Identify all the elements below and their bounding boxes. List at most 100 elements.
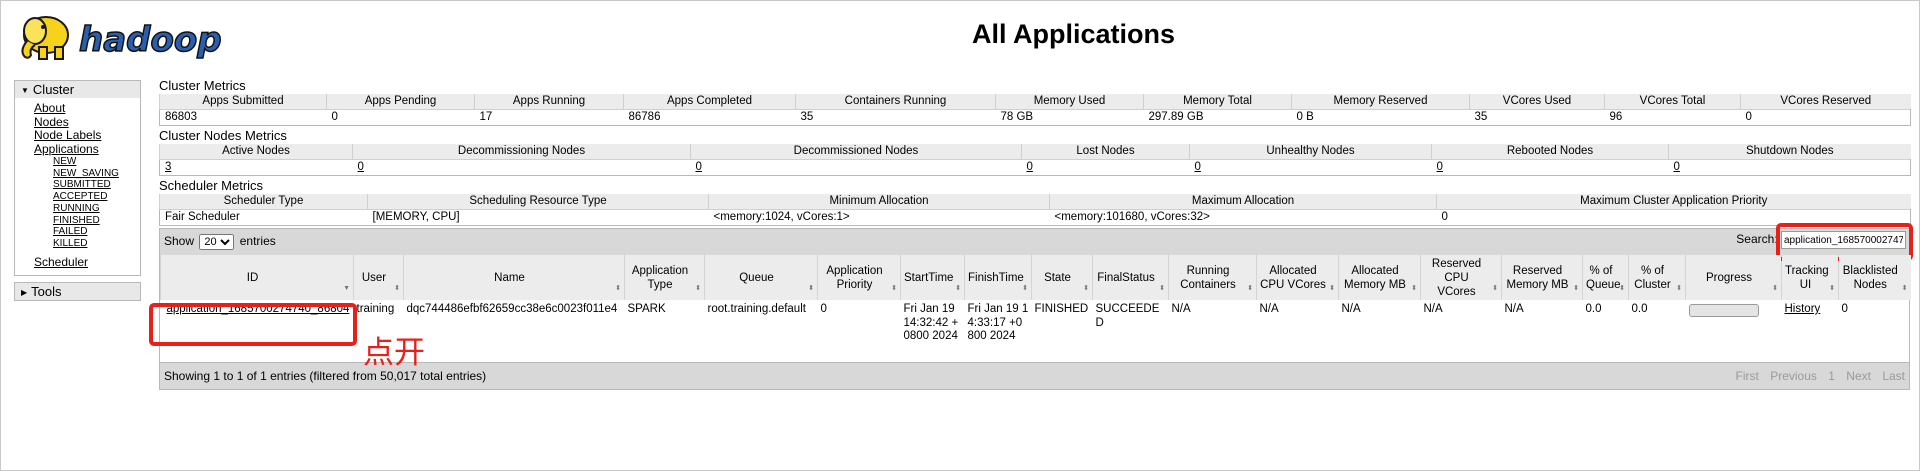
metric-header: VCores Reserved: [1740, 94, 1911, 110]
nav-link-state-new[interactable]: NEW: [53, 156, 140, 168]
sort-both-icon: ⬍: [1619, 285, 1625, 292]
column-header-blacklisted-nodes[interactable]: Blacklisted Nodes ⬍: [1838, 255, 1911, 300]
hadoop-logo: hadoop: [13, 9, 238, 64]
pager-last-button[interactable]: Last: [1882, 369, 1905, 383]
column-header-finish-time[interactable]: FinishTime ⬍: [964, 255, 1032, 300]
metric-header: Apps Submitted: [159, 94, 327, 110]
metric-header: Apps Running: [474, 94, 624, 110]
metric-value: [MEMORY, CPU]: [367, 209, 709, 226]
column-header-state[interactable]: State ⬍: [1031, 255, 1093, 300]
column-header-queue[interactable]: Queue ⬍: [704, 255, 818, 300]
pager-previous-button[interactable]: Previous: [1770, 369, 1817, 383]
pager-page-1-button[interactable]: 1: [1828, 369, 1835, 383]
cluster-nav-label: Cluster: [32, 82, 75, 97]
metric-header: Maximum Allocation: [1049, 194, 1437, 210]
sort-both-icon: ⬍: [1083, 285, 1089, 292]
column-header-running-containers[interactable]: Running Containers ⬍: [1168, 255, 1257, 300]
nav-link-about[interactable]: About: [34, 101, 140, 116]
application-id-link[interactable]: application_1685700274740_86804: [167, 303, 350, 315]
tracking-ui-history-link[interactable]: History: [1785, 303, 1821, 315]
pager-first-button[interactable]: First: [1736, 369, 1759, 383]
sort-both-icon: ⬍: [1492, 285, 1498, 292]
nav-link-scheduler[interactable]: Scheduler: [34, 255, 140, 270]
node-metrics-table: Active Nodes Decommissioning Nodes Decom…: [159, 144, 1911, 176]
tools-nav-header[interactable]: ▶ Tools: [15, 283, 140, 301]
tools-nav-box: ▶ Tools: [14, 282, 141, 302]
sort-both-icon: ⬍: [1829, 285, 1835, 292]
shutdown-nodes-link[interactable]: 0: [1674, 161, 1680, 173]
metric-value: 86786: [623, 109, 796, 126]
metric-value: Fair Scheduler: [159, 209, 368, 226]
column-header-name[interactable]: Name ⬍: [403, 255, 625, 300]
sort-both-icon: ⬍: [394, 285, 400, 292]
scheduler-metrics-title: Scheduler Metrics: [159, 178, 264, 193]
metric-header: Scheduling Resource Type: [367, 194, 709, 210]
column-header-application-priority[interactable]: Application Priority ⬍: [817, 255, 901, 300]
nav-link-state-failed[interactable]: FAILED: [53, 226, 140, 238]
active-nodes-link[interactable]: 3: [165, 161, 171, 173]
column-header-application-type[interactable]: Application Type ⬍: [624, 255, 705, 300]
cell-running-containers: N/A: [1171, 303, 1191, 315]
nav-link-nodes[interactable]: Nodes: [34, 115, 140, 130]
column-header-allocated-cpu-vcores[interactable]: Allocated CPU VCores ⬍: [1256, 255, 1339, 300]
nav-link-state-killed[interactable]: KILLED: [53, 238, 140, 250]
cell-state: FINISHED: [1034, 303, 1089, 315]
column-header-pct-cluster[interactable]: % of Cluster ⬍: [1628, 255, 1686, 300]
nav-link-state-finished[interactable]: FINISHED: [53, 215, 140, 227]
unhealthy-nodes-link[interactable]: 0: [1195, 161, 1201, 173]
metric-value: 0 B: [1291, 109, 1470, 126]
metric-value: 78 GB: [995, 109, 1144, 126]
search-control: Search:: [1736, 231, 1906, 249]
cell-start-time: Fri Jan 19 14:32:42 +0800 2024: [903, 303, 959, 342]
column-header-reserved-memory-mb[interactable]: Reserved Memory MB ⬍: [1501, 255, 1583, 300]
rebooted-nodes-link[interactable]: 0: [1437, 161, 1443, 173]
sort-both-icon: ⬍: [1159, 285, 1165, 292]
column-header-user[interactable]: User ⬍: [353, 255, 404, 300]
page-length-select[interactable]: 20: [199, 234, 235, 250]
cluster-metrics-table: Apps Submitted Apps Pending Apps Running…: [159, 94, 1911, 126]
nav-link-node-labels[interactable]: Node Labels: [34, 128, 140, 143]
cell-priority: 0: [820, 303, 827, 315]
cell-reserved-memory-mb: N/A: [1504, 303, 1524, 315]
nav-link-applications[interactable]: Applications: [34, 142, 140, 157]
lost-nodes-link[interactable]: 0: [1027, 161, 1033, 173]
cell-blacklisted-nodes: 0: [1841, 303, 1848, 315]
nav-link-state-new-saving[interactable]: NEW_SAVING: [53, 168, 140, 180]
pagination: First Previous 1 Next Last: [1728, 369, 1905, 383]
metric-header: Memory Used: [995, 94, 1144, 110]
column-header-final-status[interactable]: FinalStatus ⬍: [1092, 255, 1169, 300]
column-header-tracking-ui[interactable]: Tracking UI ⬍: [1781, 255, 1839, 300]
metric-header: Unhealthy Nodes: [1189, 144, 1432, 160]
search-label: Search:: [1736, 232, 1778, 247]
column-header-pct-queue[interactable]: % of Queue ⬍: [1582, 255, 1629, 300]
search-input[interactable]: [1781, 231, 1906, 249]
cluster-nav-header[interactable]: ▼ Cluster: [15, 81, 140, 98]
column-header-progress[interactable]: Progress ⬍: [1685, 255, 1782, 300]
metric-value: 297.89 GB: [1143, 109, 1292, 126]
cell-queue: root.training.default: [707, 303, 806, 315]
collapsed-triangle-icon: ▶: [21, 288, 28, 298]
metric-header: Apps Pending: [326, 94, 475, 110]
nav-link-state-accepted[interactable]: ACCEPTED: [53, 191, 140, 203]
nav-link-state-running[interactable]: RUNNING: [53, 203, 140, 215]
node-metrics-title: Cluster Nodes Metrics: [159, 128, 287, 143]
column-header-id[interactable]: ID ▼: [160, 255, 354, 300]
column-header-allocated-memory-mb[interactable]: Allocated Memory MB ⬍: [1338, 255, 1421, 300]
metric-header: VCores Used: [1469, 94, 1605, 110]
nav-link-state-submitted[interactable]: SUBMITTED: [53, 179, 140, 191]
metric-value: <memory:1024, vCores:1>: [708, 209, 1050, 226]
decommissioned-nodes-link[interactable]: 0: [696, 161, 702, 173]
pager-next-button[interactable]: Next: [1846, 369, 1871, 383]
metric-header: Containers Running: [795, 94, 996, 110]
scheduler-metrics-table: Scheduler Type Scheduling Resource Type …: [159, 194, 1911, 226]
cell-reserved-cpu-vcores: N/A: [1423, 303, 1443, 315]
decommissioning-nodes-link[interactable]: 0: [358, 161, 364, 173]
column-header-reserved-cpu-vcores[interactable]: Reserved CPU VCores ⬍: [1420, 255, 1502, 300]
column-header-start-time[interactable]: StartTime ⬍: [900, 255, 965, 300]
cluster-metrics-title: Cluster Metrics: [159, 78, 246, 93]
cluster-nav-box: ▼ Cluster About Nodes Node Labels Applica…: [14, 80, 141, 277]
metric-header: VCores Total: [1604, 94, 1741, 110]
sort-both-icon: ⬍: [1329, 285, 1335, 292]
cell-finish-time: Fri Jan 19 14:33:17 +0800 2024: [967, 303, 1029, 342]
cell-final-status: SUCCEEDED: [1095, 303, 1160, 329]
